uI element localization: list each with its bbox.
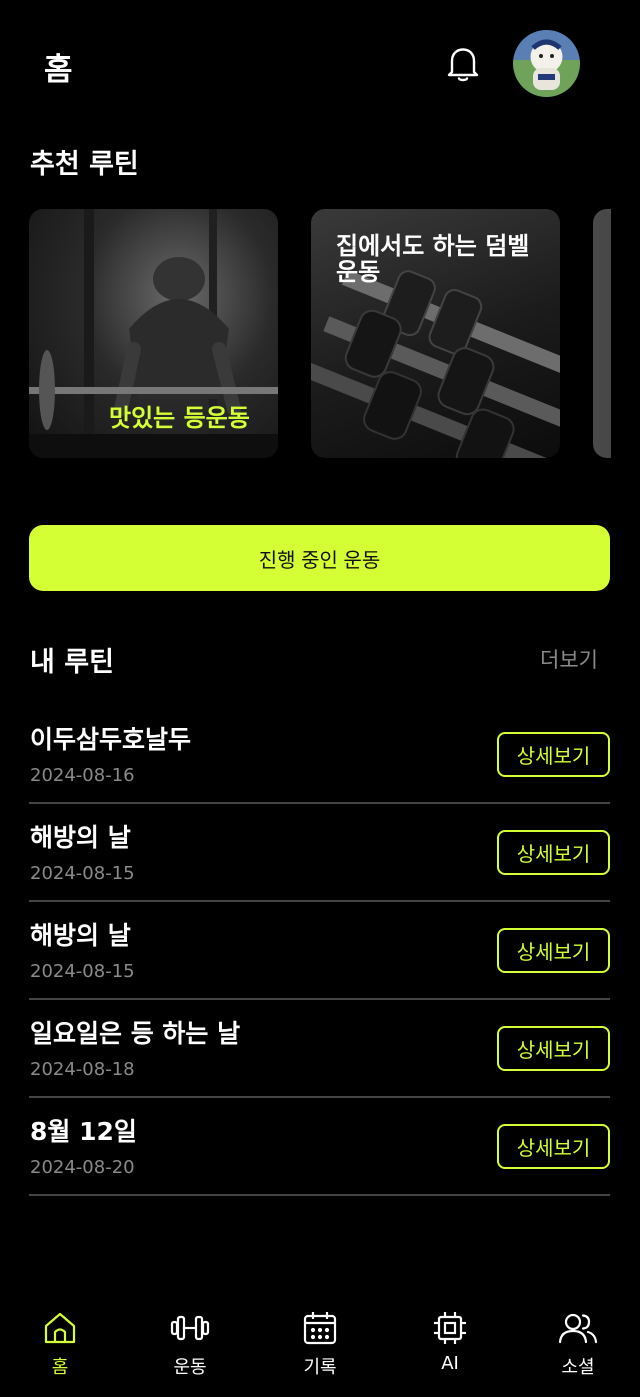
home-screen: 홈 추천 루틴 맛있는 등운동 집에서도 하는 덤벨 운동 진행 중인 운동 내… — [0, 0, 640, 1397]
list-item: 이두삼두호날두 2024-08-16 상세보기 — [29, 706, 610, 804]
list-item: 8월 12일 2024-08-20 상세보기 — [29, 1098, 610, 1196]
detail-button[interactable]: 상세보기 — [497, 928, 610, 973]
recommended-card-partial[interactable] — [593, 209, 611, 458]
more-link[interactable]: 더보기 — [540, 644, 598, 674]
my-routines-title: 내 루틴 — [30, 647, 114, 678]
nav-label: 홈 — [51, 1357, 69, 1378]
nav-item-social[interactable]: 소셜 — [528, 1310, 628, 1380]
users-icon — [558, 1313, 598, 1344]
routine-date: 2024-08-15 — [30, 863, 135, 884]
dumbbell-icon — [170, 1315, 210, 1341]
routine-date: 2024-08-15 — [30, 961, 135, 982]
nav-label: 기록 — [303, 1357, 337, 1378]
detail-button[interactable]: 상세보기 — [497, 732, 610, 777]
calendar-icon — [303, 1312, 337, 1345]
list-item: 해방의 날 2024-08-15 상세보기 — [29, 902, 610, 1000]
nav-label: 운동 — [173, 1357, 207, 1378]
recommended-card-label: 집에서도 하는 덤벨 운동 — [336, 232, 530, 286]
nav-label: 소셜 — [561, 1357, 595, 1378]
page-title: 홈 — [44, 52, 74, 88]
list-item: 일요일은 등 하는 날 2024-08-18 상세보기 — [29, 1000, 610, 1098]
routine-list: 이두삼두호날두 2024-08-16 상세보기 해방의 날 2024-08-15… — [29, 706, 610, 1196]
routine-name: 해방의 날 — [30, 823, 131, 852]
bottom-nav: 홈 운동 기록 AI 소셜 — [0, 1300, 640, 1397]
nav-item-home[interactable]: 홈 — [10, 1310, 110, 1380]
detail-button[interactable]: 상세보기 — [497, 830, 610, 875]
nav-label: AI — [441, 1353, 459, 1374]
detail-button[interactable]: 상세보기 — [497, 1026, 610, 1071]
list-item: 해방의 날 2024-08-15 상세보기 — [29, 804, 610, 902]
routine-name: 일요일은 등 하는 날 — [30, 1019, 241, 1048]
recommended-card-label: 맛있는 등운동 — [109, 404, 250, 432]
routine-name: 이두삼두호날두 — [30, 725, 192, 754]
routine-date: 2024-08-16 — [30, 765, 135, 786]
routine-date: 2024-08-20 — [30, 1157, 135, 1178]
bell-icon[interactable] — [442, 42, 484, 84]
detail-button[interactable]: 상세보기 — [497, 1124, 610, 1169]
nav-item-ai[interactable]: AI — [400, 1310, 500, 1380]
recommended-card[interactable]: 맛있는 등운동 — [29, 209, 278, 458]
recommended-card[interactable]: 집에서도 하는 덤벨 운동 — [311, 209, 560, 458]
avatar[interactable] — [513, 30, 580, 97]
chip-icon — [434, 1312, 466, 1344]
nav-item-workout[interactable]: 운동 — [140, 1310, 240, 1380]
in-progress-workout-button[interactable]: 진행 중인 운동 — [29, 525, 610, 591]
home-icon — [44, 1312, 76, 1344]
recommended-carousel: 맛있는 등운동 집에서도 하는 덤벨 운동 — [29, 209, 611, 459]
routine-name: 8월 12일 — [30, 1117, 137, 1146]
routine-name: 해방의 날 — [30, 921, 131, 950]
nav-item-records[interactable]: 기록 — [270, 1310, 370, 1380]
routine-date: 2024-08-18 — [30, 1059, 135, 1080]
header: 홈 — [0, 0, 640, 128]
recommended-title: 추천 루틴 — [30, 149, 139, 180]
